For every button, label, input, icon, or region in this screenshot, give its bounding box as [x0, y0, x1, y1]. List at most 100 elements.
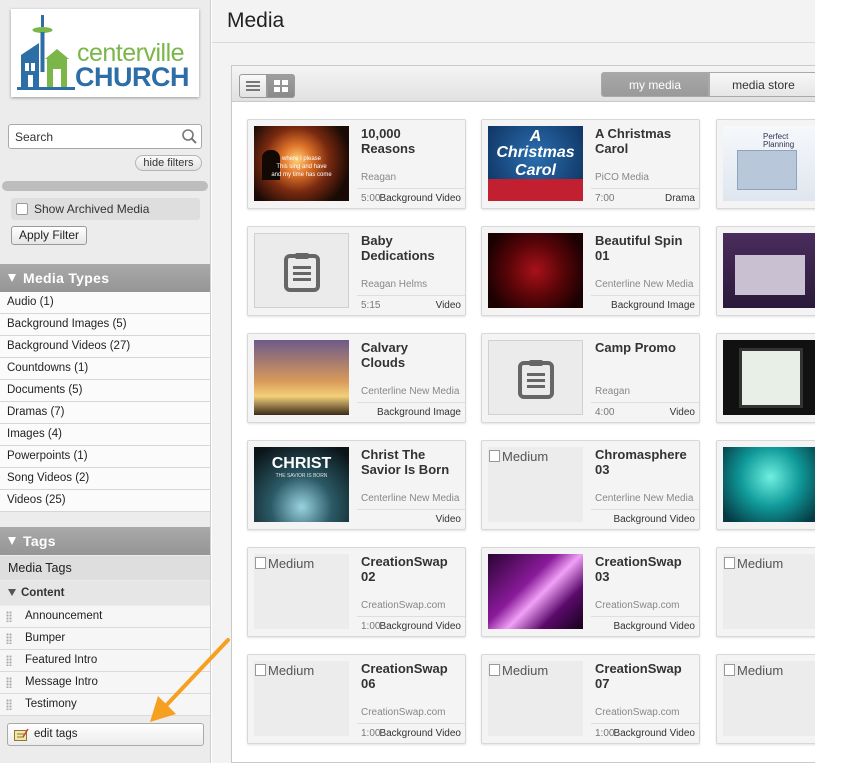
media-panel: my media media store where I please This … [231, 65, 851, 763]
media-author: PiCO Media [595, 172, 649, 183]
media-type-item[interactable]: Background Images (5) [0, 314, 210, 336]
media-duration: 4:00 [595, 407, 615, 418]
broken-image-alt: Medium [724, 556, 783, 571]
media-card[interactable]: where I please This sing and have and my t… [247, 119, 466, 209]
media-card[interactable]: Camp Promo Reagan 4:00 Video [481, 333, 700, 423]
tag-label: Bumper [25, 632, 66, 644]
tag-item[interactable]: Announcement [0, 606, 210, 628]
show-archived-row: Show Archived Media [11, 198, 200, 220]
media-type-item[interactable]: Background Videos (27) [0, 336, 210, 358]
media-author: CreationSwap.com [361, 707, 446, 718]
page-title: Media [227, 9, 285, 32]
search-icon[interactable] [181, 128, 198, 145]
media-thumbnail[interactable] [723, 340, 818, 415]
main-content: Media my media media store where I pleas… [212, 0, 851, 763]
media-card[interactable]: Medium CreationSwap 02 CreationSwap.com 1:0… [247, 547, 466, 637]
media-grid: where I please This sing and have and my t… [232, 102, 851, 763]
card-divider [591, 509, 699, 510]
media-type-item[interactable]: Song Videos (2) [0, 468, 210, 490]
annotation-arrow-icon [150, 638, 230, 722]
media-thumbnail[interactable]: where I please This sing and have and my t… [254, 126, 349, 201]
drag-handle-icon[interactable] [6, 611, 12, 622]
show-archived-label: Show Archived Media [34, 202, 150, 216]
media-card[interactable]: Beautiful Spin 01 Centerline New Media Bac… [481, 226, 700, 316]
thumbnail-caption: where I please [281, 156, 322, 162]
drag-handle-icon[interactable] [6, 699, 12, 710]
media-thumbnail[interactable] [254, 340, 349, 415]
media-type-item[interactable]: Powerpoints (1) [0, 446, 210, 468]
drag-handle-icon[interactable] [6, 655, 12, 666]
thumbnail-caption: Planning [763, 140, 795, 149]
media-card[interactable]: Medium CreationSwap 07 CreationSwap.com 1:0… [481, 654, 700, 744]
media-type-label: Background Video [613, 514, 695, 525]
media-thumbnail[interactable] [254, 233, 349, 308]
media-type-item[interactable]: Audio (1) [0, 292, 210, 314]
media-types-header[interactable]: Media Types [0, 264, 210, 292]
broken-image-alt: Medium [255, 663, 314, 678]
apply-filter-button[interactable]: Apply Filter [11, 226, 87, 245]
card-divider [357, 402, 465, 403]
media-thumbnail[interactable]: Medium [254, 554, 349, 629]
tag-edit-icon [14, 728, 29, 741]
media-title: Chromasphere 03 [595, 447, 687, 477]
media-thumbnail[interactable] [488, 554, 583, 629]
show-archived-checkbox[interactable] [16, 203, 28, 215]
broken-image-alt: Medium [489, 449, 548, 464]
media-thumbnail[interactable]: A Christmas Carol [488, 126, 583, 201]
media-card[interactable]: CreationSwap 03 CreationSwap.com Backgroun… [481, 547, 700, 637]
filter-scrollbar[interactable] [2, 181, 208, 191]
thumbnail-caption: and my time has come [271, 172, 332, 178]
search-input[interactable] [9, 125, 177, 148]
media-card[interactable]: Medium CreationSwap 06 CreationSwap.com 1:0… [247, 654, 466, 744]
media-card[interactable]: A Christmas Carol A Christmas Carol PiCO Med… [481, 119, 700, 209]
tag-label: Announcement [25, 610, 103, 622]
media-thumbnail[interactable]: Medium [723, 661, 818, 736]
media-type-label: Background Video [379, 193, 461, 204]
collapse-triangle-icon [8, 274, 16, 282]
media-type-label: Video [435, 514, 461, 525]
media-title: Christ The Savior Is Born [361, 447, 450, 477]
hide-filters-button[interactable]: hide filters [135, 155, 202, 171]
collapse-triangle-icon [8, 537, 16, 545]
drag-handle-icon[interactable] [6, 677, 12, 688]
media-card[interactable]: CHRIST THE SAVIOR IS BORN Christ The Savio… [247, 440, 466, 530]
media-thumbnail[interactable]: Perfect Planning [723, 126, 818, 201]
media-thumbnail[interactable]: Medium [488, 447, 583, 522]
media-tags-label: Media Tags [0, 556, 210, 580]
list-view-button[interactable] [239, 74, 267, 98]
media-type-label: Video [669, 407, 695, 418]
grid-view-button[interactable] [267, 74, 295, 98]
media-thumbnail[interactable]: Medium [488, 661, 583, 736]
media-type-item[interactable]: Countdowns (1) [0, 358, 210, 380]
media-title: CreationSwap 02 [361, 554, 448, 584]
tag-label: Featured Intro [25, 654, 98, 666]
media-title: Camp Promo [595, 340, 676, 355]
thumbnail-caption: CHRIST [271, 455, 332, 472]
media-thumbnail[interactable]: CHRIST THE SAVIOR IS BORN [254, 447, 349, 522]
content-group-header[interactable]: Content [0, 581, 210, 605]
tab-media-store[interactable]: media store [709, 72, 817, 97]
media-card[interactable]: Medium Chromasphere 03 Centerline New Medi… [481, 440, 700, 530]
media-thumbnail[interactable] [723, 447, 818, 522]
card-divider [357, 188, 465, 189]
media-author: Reagan Helms [361, 279, 428, 290]
media-type-item[interactable]: Dramas (7) [0, 402, 210, 424]
tags-header[interactable]: Tags [0, 527, 210, 555]
tab-my-media[interactable]: my media [601, 72, 709, 97]
media-thumbnail[interactable]: Medium [723, 554, 818, 629]
media-card[interactable]: Calvary Clouds Centerline New Media Backgr… [247, 333, 466, 423]
church-logo[interactable]: centerville CHURCH [11, 9, 199, 97]
card-divider [357, 509, 465, 510]
media-author: Reagan [361, 172, 397, 183]
media-type-item[interactable]: Documents (5) [0, 380, 210, 402]
media-type-item[interactable]: Videos (25) [0, 490, 210, 512]
media-thumbnail[interactable]: Medium [254, 661, 349, 736]
media-card[interactable]: Baby Dedications Reagan Helms 5:15 Video [247, 226, 466, 316]
media-thumbnail[interactable] [488, 233, 583, 308]
list-view-icon [246, 81, 260, 91]
media-thumbnail[interactable] [723, 233, 818, 308]
broken-image-alt: Medium [724, 663, 783, 678]
media-type-item[interactable]: Images (4) [0, 424, 210, 446]
media-thumbnail[interactable] [488, 340, 583, 415]
drag-handle-icon[interactable] [6, 633, 12, 644]
